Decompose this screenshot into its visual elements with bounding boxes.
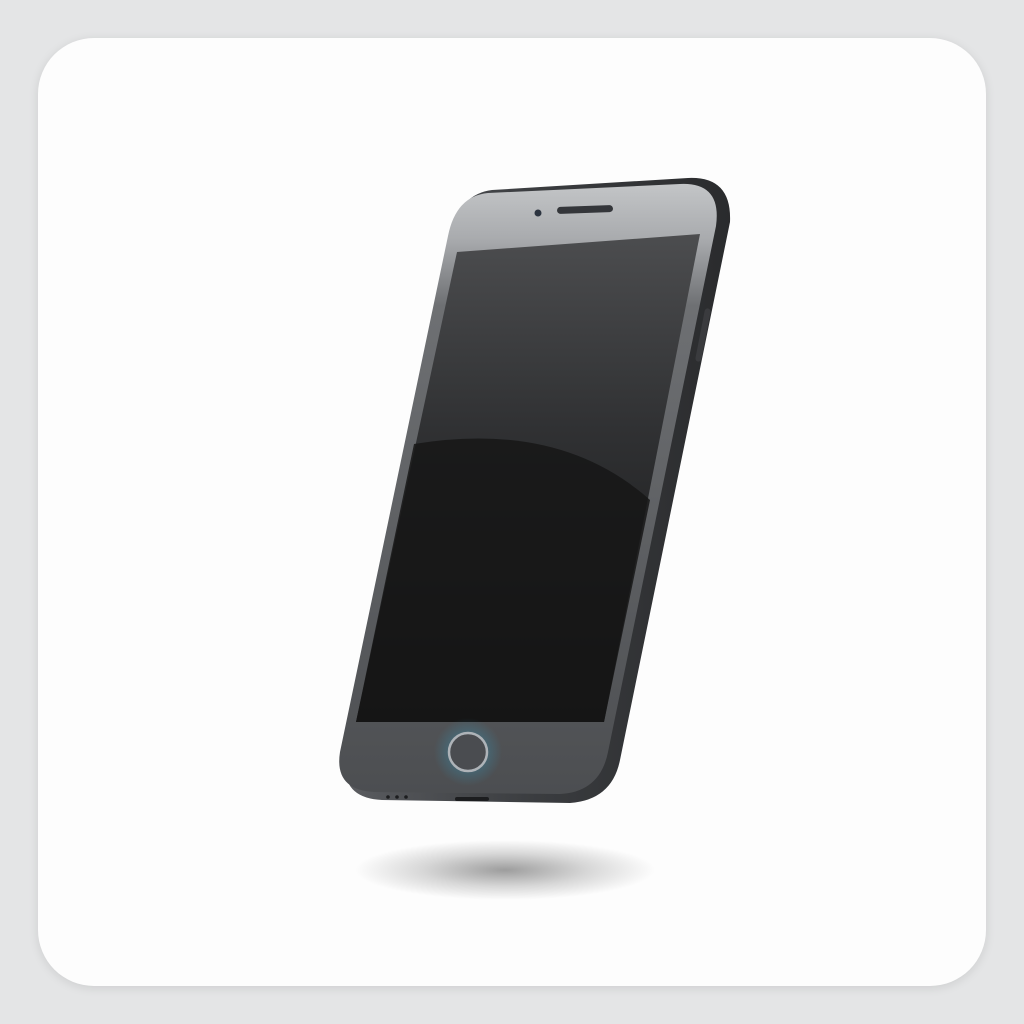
charging-port [455, 797, 489, 801]
home-button-icon [447, 731, 489, 773]
smartphone-illustration [339, 177, 731, 900]
bottom-speaker-hole [386, 795, 390, 799]
front-camera-icon [534, 209, 542, 217]
bottom-speaker-hole [404, 795, 408, 799]
bottom-speaker-hole [395, 795, 399, 799]
phone-shadow [355, 840, 655, 900]
